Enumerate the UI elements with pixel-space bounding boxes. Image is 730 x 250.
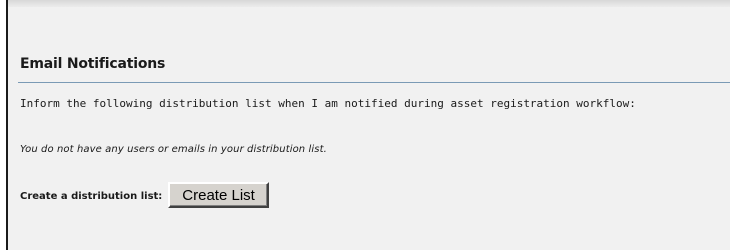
left-frame-border xyxy=(0,0,8,250)
create-list-row: Create a distribution list: Create List xyxy=(20,182,269,208)
app-window: Email Notifications Inform the following… xyxy=(0,0,730,250)
create-list-label: Create a distribution list: xyxy=(20,190,163,202)
email-notifications-panel: Email Notifications Inform the following… xyxy=(8,7,730,250)
title-divider xyxy=(18,82,730,83)
section-title: Email Notifications xyxy=(20,56,166,72)
empty-list-message: You do not have any users or emails in y… xyxy=(20,144,327,155)
top-frame xyxy=(0,0,730,7)
distribution-description: Inform the following distribution list w… xyxy=(20,97,636,110)
create-list-button[interactable]: Create List xyxy=(168,182,269,208)
